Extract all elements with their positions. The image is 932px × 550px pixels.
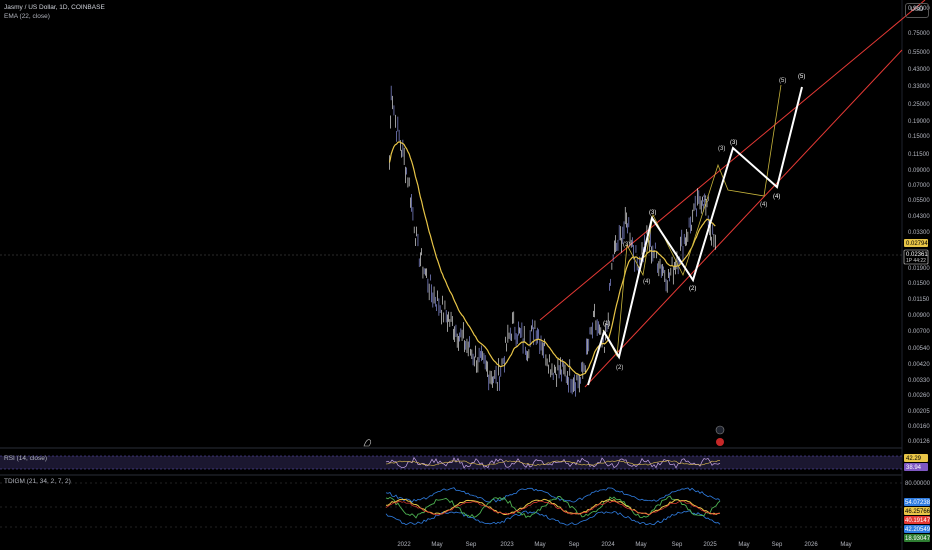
price-tick-label: 0.09000 [908,168,930,174]
price-tick-label: 0.75000 [908,31,930,37]
time-tick-label: May [534,542,545,548]
chart-stage[interactable]: (1) (2) (3) (4) (3) (2) (1) (3) (3) (4) … [0,0,932,550]
price-tick-label: 0.03300 [908,230,930,236]
time-tick-label: May [738,542,749,548]
last-price-countdown: 1P 44:22 [906,258,926,264]
price-tick-label: 0.55000 [908,50,930,56]
wave-label-3c: (3) [718,146,725,152]
time-tick-label: Sep [569,542,580,548]
wave-label-3d: (3) [730,140,737,146]
price-tick-label: 0.00330 [908,378,930,384]
time-tick-label: Sep [466,542,477,548]
rsi-value: 38.94 [906,465,922,471]
tdigm-value-blue: 54.07238 [905,500,931,506]
price-tick-label: 0.00205 [908,409,930,415]
wave-label-4a: (4) [643,279,650,285]
price-tick-label: 0.00260 [908,393,930,399]
rsi-panel[interactable] [0,455,902,470]
price-tick-label: 0.07000 [908,183,930,189]
time-tick-label: 2024 [601,542,615,548]
time-tick-label: 2026 [804,542,818,548]
tdigm-value-green: 18.93047 [905,536,931,542]
price-tick-label: 0.04300 [908,214,930,220]
price-tick-label: 0.00700 [908,329,930,335]
wave-label-1b: (1) [702,196,709,202]
rsi-ma-value: 42.29 [906,456,922,462]
price-tick-label: 0.00160 [908,424,930,430]
wave-label-3b: (3) [649,210,656,216]
price-tick-label: 0.01500 [908,281,930,287]
wave-label-1a: (1) [603,321,610,327]
tdigm-indicator-label[interactable]: TDIGM (21, 34, 2, 7, 2) [4,478,71,485]
price-tick-label: 0.01150 [908,297,930,303]
price-tick-label: 0.33000 [908,84,930,90]
price-tick-label: 0.00540 [908,346,930,352]
tdigm-value-red: 40.19147 [905,518,931,524]
tdigm-value-blue2: 42.20549 [905,527,931,533]
wave-label-4b: (4) [760,202,767,208]
price-tick-label: 0.00420 [908,362,930,368]
time-tick-label: 2022 [397,542,411,548]
time-tick-label: May [635,542,646,548]
wave-label-5a: (5) [779,78,786,84]
ema-value-text: 0.02794 [906,241,928,247]
tdigm-axis-80: 80.00000 [905,481,931,487]
tdigm-value-yellow: 46.25766 [905,509,931,515]
price-tick-label: 0.01900 [908,266,930,272]
time-tick-label: Sep [772,542,783,548]
info-event-icon[interactable] [715,425,725,435]
symbol-title[interactable]: Jasmy / US Dollar, 1D, COINBASE [4,4,105,11]
earnings-event-icon[interactable] [716,438,724,446]
wave-label-2a: (2) [616,365,623,371]
time-tick-label: Sep [672,542,683,548]
ema-indicator-label[interactable]: EMA (22, close) [4,13,50,20]
wave-label-3a: (3) [623,242,630,248]
price-tick-label: 0.00126 [908,439,930,445]
time-tick-label: May [840,542,851,548]
price-tick-label: 0.00900 [908,313,930,319]
rsi-indicator-label[interactable]: RSI (14, close) [4,455,47,462]
time-tick-label: 2025 [703,542,717,548]
price-tick-label: 0.15000 [908,134,930,140]
price-tick-label: 0.05500 [908,198,930,204]
wave-label-5b: (5) [798,74,805,80]
currency-button[interactable]: USD [905,3,929,18]
time-tick-label: May [431,542,442,548]
price-tick-label: 0.19000 [908,119,930,125]
price-tick-label: 0.25000 [908,102,930,108]
time-tick-label: 2023 [500,542,514,548]
price-tick-label: 0.43000 [908,67,930,73]
wave-label-2b: (2) [689,286,696,292]
wave-label-4c: (4) [773,194,780,200]
price-tick-label: 0.11500 [908,152,930,158]
